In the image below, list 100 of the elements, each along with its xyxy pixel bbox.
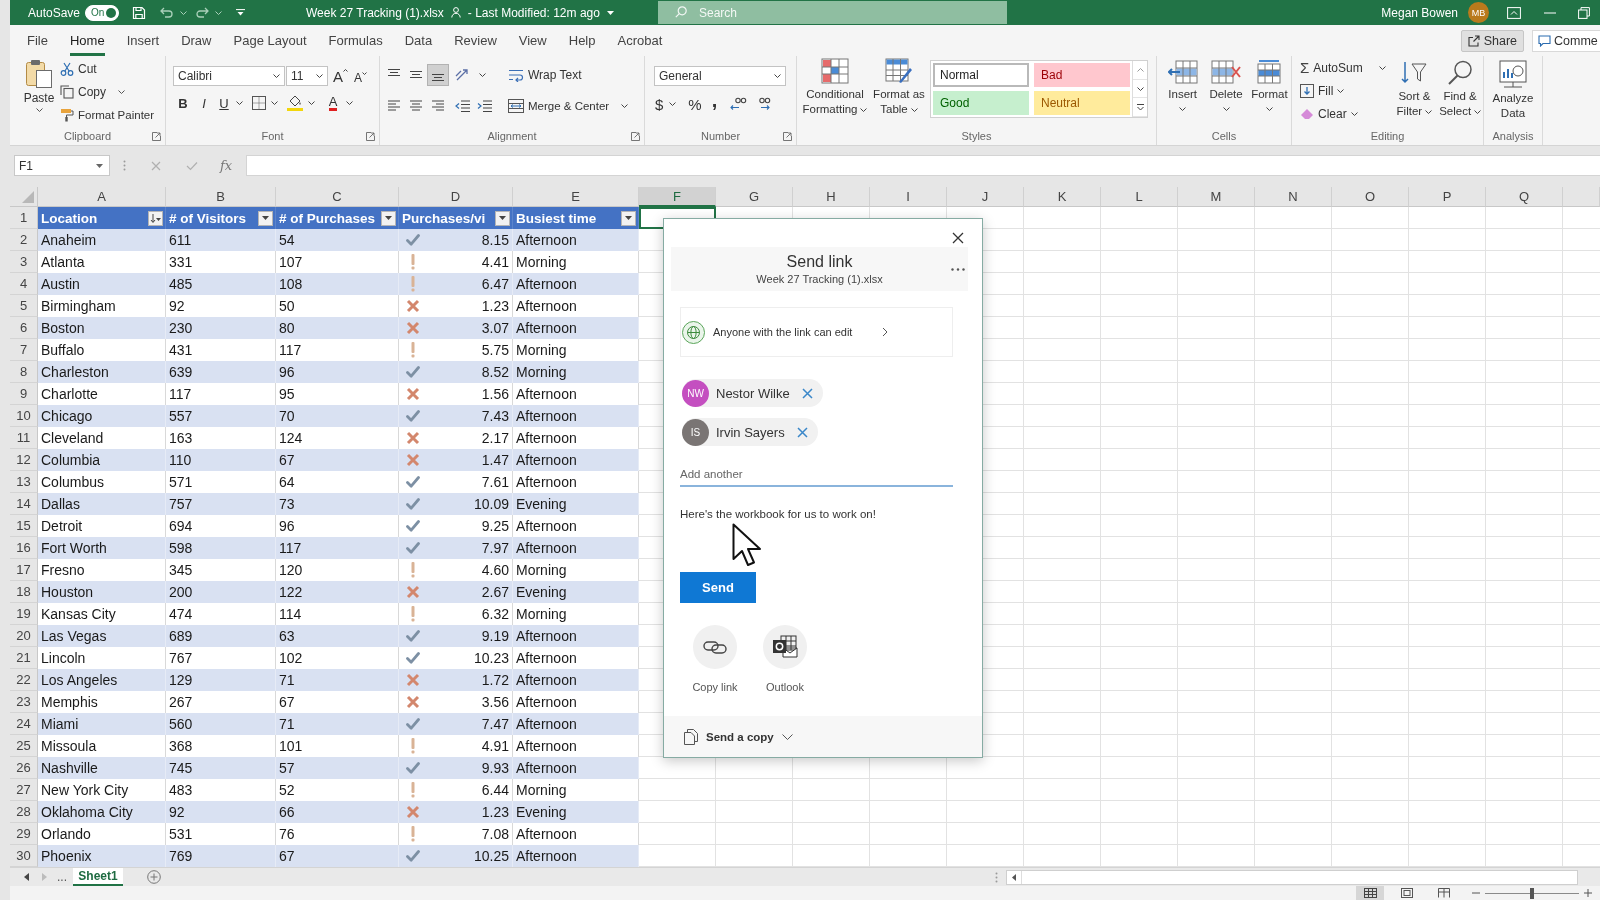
grip-dots-icon[interactable]: [995, 871, 998, 883]
caret-down-icon[interactable]: [669, 102, 677, 106]
lines-left-arrow-icon[interactable]: [455, 99, 471, 113]
view-button[interactable]: [1356, 886, 1384, 900]
italic-button[interactable]: I: [198, 93, 210, 113]
row-number[interactable]: 11: [10, 427, 38, 449]
customize-icon[interactable]: [236, 9, 246, 16]
copy-button[interactable]: Copy: [60, 80, 155, 103]
column-header[interactable]: K: [1024, 187, 1101, 207]
name-box[interactable]: F1: [14, 155, 110, 176]
sort-filter-button[interactable]: Sort & Filter: [1393, 60, 1436, 119]
search-field[interactable]: Search: [658, 1, 1007, 24]
column-header[interactable]: F: [639, 187, 716, 207]
redo-icon[interactable]: [195, 6, 210, 19]
row-number[interactable]: 3: [10, 251, 38, 273]
vertical-align-button[interactable]: [427, 64, 449, 86]
column-header[interactable]: A: [38, 187, 166, 207]
menu-tab[interactable]: Page Layout: [233, 25, 307, 56]
menu-tab[interactable]: Insert: [126, 25, 160, 56]
column-header[interactable]: M: [1178, 187, 1255, 207]
minimize-icon[interactable]: [1544, 11, 1556, 14]
row-number[interactable]: 5: [10, 295, 38, 317]
column-header[interactable]: L: [1101, 187, 1178, 207]
caret-down-icon[interactable]: [606, 10, 614, 15]
caret-down-icon[interactable]: [346, 101, 353, 105]
format-painter-button[interactable]: Format Painter: [60, 103, 155, 126]
caret-down-icon[interactable]: [236, 101, 243, 105]
row-number[interactable]: 29: [10, 823, 38, 845]
row-number[interactable]: 9: [10, 383, 38, 405]
delete-button[interactable]: Delete: [1206, 60, 1246, 111]
row-number[interactable]: 30: [10, 845, 38, 867]
menu-tab[interactable]: Help: [568, 25, 596, 56]
row-number[interactable]: 28: [10, 801, 38, 823]
currency-button[interactable]: $: [655, 94, 664, 114]
filter-button[interactable]: [495, 210, 510, 226]
launcher-icon[interactable]: [631, 131, 640, 141]
last-modified-label[interactable]: - Last Modified: 12m ago: [467, 5, 600, 20]
row-number[interactable]: 18: [10, 581, 38, 603]
paste-button[interactable]: Paste: [22, 59, 56, 112]
cell-style-option[interactable]: Good: [933, 91, 1029, 115]
row-number[interactable]: 4: [10, 273, 38, 295]
row-number[interactable]: 19: [10, 603, 38, 625]
autosave-toggle[interactable]: On: [85, 4, 120, 21]
formula-input[interactable]: [246, 155, 1600, 176]
insert-function-button[interactable]: fx: [220, 158, 233, 173]
row-number[interactable]: 7: [10, 339, 38, 361]
analyze-data-button[interactable]: Analyze Data: [1487, 60, 1539, 121]
plus-icon[interactable]: [1584, 889, 1592, 897]
filter-button[interactable]: [621, 210, 636, 226]
column-header[interactable]: G: [716, 187, 793, 207]
underline-button[interactable]: U: [218, 93, 230, 113]
share-option-button[interactable]: Outlook: [755, 625, 815, 693]
launcher-icon[interactable]: [783, 131, 792, 141]
row-number[interactable]: 12: [10, 449, 38, 471]
row-number[interactable]: 20: [10, 625, 38, 647]
column-header[interactable]: D: [399, 187, 513, 207]
caret-down-icon[interactable]: [271, 101, 278, 105]
remove-button[interactable]: [801, 387, 813, 399]
row-number[interactable]: 15: [10, 515, 38, 537]
bold-button[interactable]: B: [176, 93, 190, 113]
menu-tab[interactable]: Review: [454, 25, 497, 56]
caret-down-icon[interactable]: [308, 101, 315, 105]
launcher-icon[interactable]: [152, 131, 161, 141]
column-header[interactable]: I: [870, 187, 947, 207]
column-header[interactable]: B: [166, 187, 276, 207]
row-number[interactable]: 14: [10, 493, 38, 515]
column-header[interactable]: E: [513, 187, 639, 207]
user-name[interactable]: Megan Bowen: [1381, 5, 1458, 20]
column-header[interactable]: C: [276, 187, 399, 207]
triangle-left-icon[interactable]: [24, 873, 29, 881]
filter-button[interactable]: [381, 210, 396, 226]
close-button[interactable]: [951, 231, 965, 245]
column-header[interactable]: P: [1409, 187, 1486, 207]
font-size-dropdown[interactable]: 11: [286, 66, 328, 86]
row-number[interactable]: 6: [10, 317, 38, 339]
cell-style-option[interactable]: Bad: [1034, 63, 1130, 87]
add-recipient-field[interactable]: Add another: [680, 463, 953, 487]
percent-button[interactable]: %: [688, 94, 702, 114]
arrow-circles-icon[interactable]: [729, 97, 748, 111]
row-number[interactable]: 8: [10, 361, 38, 383]
undo-icon[interactable]: [160, 6, 175, 19]
grow-font-button[interactable]: A: [333, 68, 348, 84]
remove-button[interactable]: [796, 426, 808, 438]
window-layout-icon[interactable]: [1507, 6, 1521, 19]
triangle-left-icon[interactable]: [1012, 873, 1016, 881]
column-header[interactable]: H: [793, 187, 870, 207]
row-number[interactable]: 2: [10, 229, 38, 251]
menu-tab[interactable]: Draw: [181, 25, 212, 56]
user-avatar[interactable]: MB: [1468, 2, 1489, 23]
menu-tab[interactable]: View: [518, 25, 547, 56]
diagonal-arrow-icon[interactable]: [455, 68, 471, 82]
conditional-formatting-button[interactable]: Conditional Formatting: [800, 58, 870, 117]
column-header[interactable]: O: [1332, 187, 1409, 207]
grid-square-icon[interactable]: [252, 96, 266, 110]
comments-button[interactable]: Comme: [1532, 29, 1600, 52]
menu-tab[interactable]: File: [27, 25, 48, 56]
share-button[interactable]: Share: [1460, 29, 1524, 52]
row-number[interactable]: 1: [10, 207, 38, 229]
shrink-font-button[interactable]: A: [354, 71, 368, 84]
sheet-tab[interactable]: Sheet1: [73, 868, 123, 886]
